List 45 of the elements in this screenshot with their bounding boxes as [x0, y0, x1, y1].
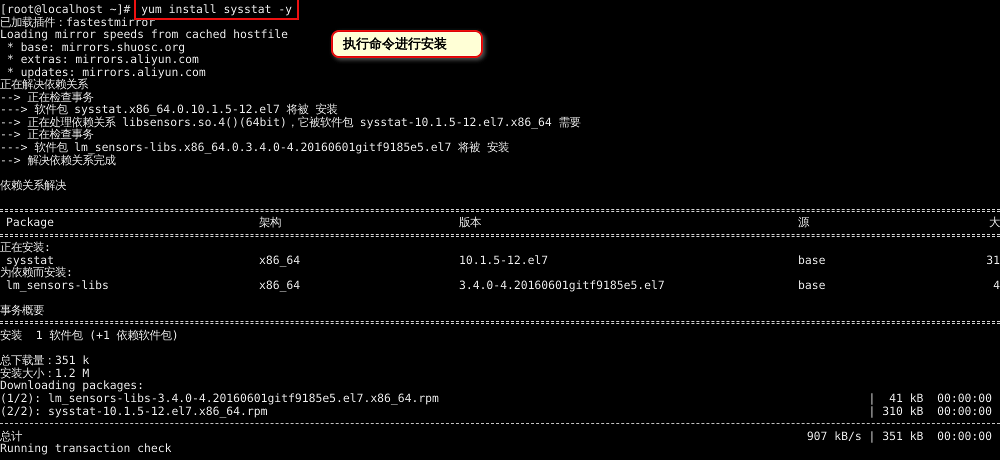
output-line: Running transaction check [0, 441, 172, 456]
output-line: 依赖关系解决 [0, 178, 66, 192]
output-line: 安装大小：1.2 M [0, 366, 90, 380]
table-cell-text: base [798, 254, 826, 266]
output-line: * base: mirrors.shuosc.org [6, 40, 186, 54]
output-line: ---> 软件包 lm_sensors-libs.x86_64.0.3.4.0-4.20160601gitf9185e5.el7 将被 安装 [0, 140, 510, 154]
table-cell-text: 10.1.5-12.el7 [459, 254, 550, 266]
callout-note: 执行命令进行安装 [331, 30, 483, 58]
output-line: --> 正在检查事务 [0, 127, 94, 142]
output-line: 为依赖而安装: [0, 265, 73, 280]
output-line: 正在解决依赖关系 [0, 77, 88, 92]
column-header: 架构 [259, 216, 282, 229]
output-line: Downloading packages: [0, 378, 144, 392]
output-line: Loading mirror speeds from cached hostfile [0, 27, 288, 42]
shell-prompt: [root@localhost ~]# [0, 2, 130, 16]
output-line: ---> 软件包 sysstat.x86_64.0.10.1.5-12.el7 将被 安装 [0, 102, 338, 116]
column-header: 版本 [459, 216, 482, 229]
output-line: 事务概要 [0, 303, 44, 318]
download-line: (1/2): lm_sensors-libs-3.4.0-4.20160601gitf9185e5.el7.x86_64.rpm [0, 392, 439, 404]
download-line: 总计 [0, 430, 22, 442]
download-stats: | 310 kB 00:00:00 [868, 404, 992, 418]
output-line: 正在安装: [0, 240, 51, 254]
output-line: --> 解决依赖关系完成 [0, 152, 116, 167]
output-line: 已加载插件：fastestmirror [0, 14, 156, 29]
table-cell: 31 [986, 254, 1000, 266]
column-header: 源 [798, 216, 810, 229]
output-line: * updates: mirrors.aliyun.com [6, 64, 206, 79]
output-line: 总下载量：351 k [0, 353, 90, 368]
download-stats: | 41 kB 00:00:00 [868, 392, 992, 404]
table-cell: 4 [993, 279, 1000, 292]
table-cell-text: lm_sensors-libs [5, 279, 110, 292]
column-header: 大 [989, 216, 1000, 229]
column-header: Package [5, 216, 56, 229]
table-cell-text: sysstat [6, 254, 54, 266]
download-stats: 907 kB/s | 351 kB 00:00:00 [806, 430, 992, 442]
output-line: --> 正在检查事务 [0, 90, 94, 104]
table-cell-text: x86_64 [259, 254, 302, 266]
table-cell-text: 3.4.0-4.20160601gitf9185e5.el7 [459, 279, 666, 292]
download-line: (2/2): sysstat-10.1.5-12.el7.x86_64.rpm [0, 404, 268, 418]
output-line: --> 正在处理依赖关系 libsensors.so.4()(64bit)，它被软件包 sysstat-10.1.5-12.el7.x86_64 需要 [0, 114, 581, 129]
output-line: * extras: mirrors.aliyun.com [6, 52, 199, 66]
table-cell-text: base [798, 279, 826, 292]
table-cell-text: x86_64 [259, 279, 302, 292]
output-line: 安装 1 软件包 (+1 依赖软件包) [0, 328, 179, 342]
command-text: yum install sysstat -y [137, 1, 296, 17]
